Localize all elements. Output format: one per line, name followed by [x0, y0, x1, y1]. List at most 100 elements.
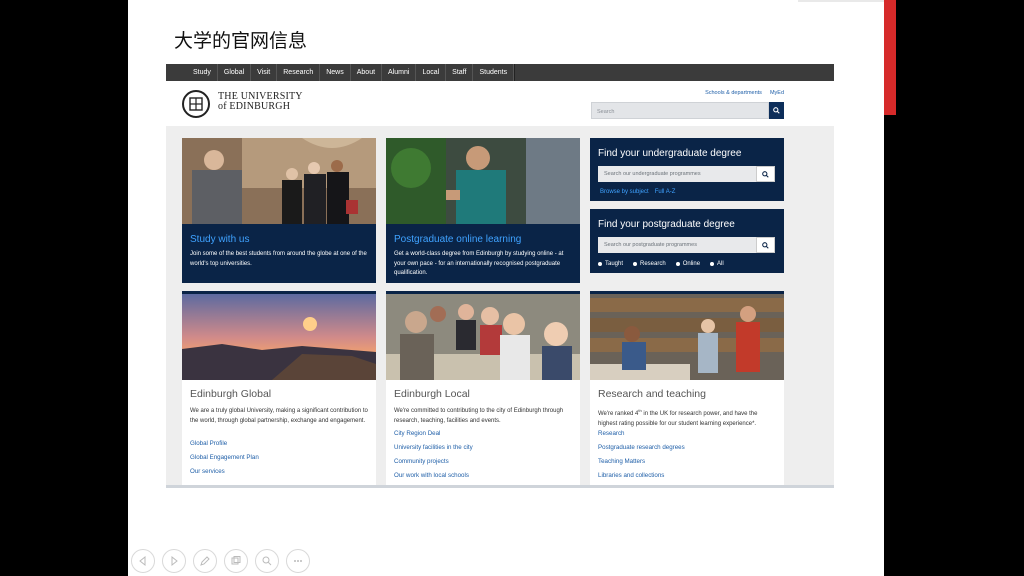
student-with-phone-photo	[386, 138, 580, 224]
play-icon	[171, 555, 178, 567]
card-body: Study with us Join some of the best stud…	[182, 224, 376, 283]
card-text: We're committed to contributing to the c…	[394, 408, 564, 424]
more-options-button[interactable]	[286, 549, 310, 573]
see-all-slides-button[interactable]	[224, 549, 248, 573]
radio-icon	[675, 262, 680, 266]
search-icon	[762, 241, 769, 249]
presentation-toolbar	[131, 549, 310, 573]
edinburgh-sunset-photo	[182, 294, 376, 380]
local-schools-link[interactable]: Our work with local schools	[394, 472, 469, 479]
next-slide-button[interactable]	[162, 549, 186, 573]
university-facilities-link[interactable]: University facilities in the city	[394, 444, 473, 451]
zoom-icon	[262, 556, 272, 566]
search-icon	[773, 107, 780, 114]
option-research[interactable]: Research	[633, 261, 666, 267]
logo-line-2: of EDINBURGH	[218, 101, 291, 112]
community-projects-link[interactable]: Community projects	[394, 458, 449, 465]
university-crest-icon[interactable]	[182, 90, 210, 118]
degree-type-options: Taught Research Online All	[598, 261, 724, 267]
undergraduate-search-input[interactable]: Search our undergraduate programmes	[598, 166, 756, 182]
more-icon	[294, 560, 302, 562]
content-area: Study with us Join some of the best stud…	[166, 126, 834, 485]
global-engagement-plan-link[interactable]: Global Engagement Plan	[190, 454, 259, 461]
window-edge	[798, 0, 884, 2]
libraries-collections-link[interactable]: Libraries and collections	[598, 472, 664, 479]
header-links: Schools & departments MyEd	[705, 90, 784, 96]
community-group-photo	[386, 294, 580, 380]
card-title[interactable]: Study with us	[190, 234, 249, 245]
postgraduate-research-degrees-link[interactable]: Postgraduate research degrees	[598, 444, 685, 451]
option-label: Online	[682, 261, 701, 267]
ranking-text: We're ranked 4	[598, 411, 639, 417]
undergraduate-search-button[interactable]	[756, 166, 775, 182]
presentation-stage: 大学的官网信息 Study Global Visit Research News…	[0, 0, 1024, 576]
card-edinburgh-local[interactable]: Edinburgh Local We're committed to contr…	[386, 291, 580, 485]
nav-item-staff[interactable]: Staff	[446, 64, 474, 81]
nav-item-global[interactable]: Global	[218, 64, 252, 81]
pen-icon	[200, 556, 210, 566]
library-students-photo	[590, 294, 784, 380]
card-postgraduate-online-learning[interactable]: Postgraduate online learning Get a world…	[386, 138, 580, 283]
card-title[interactable]: Postgraduate online learning	[394, 234, 521, 245]
site-header: THE UNIVERSITY of EDINBURGH Schools & de…	[166, 81, 834, 126]
card-text: Get a world-class degree from Edinburgh …	[394, 251, 564, 276]
slides-icon	[231, 556, 241, 565]
teaching-matters-link[interactable]: Teaching Matters	[598, 458, 645, 465]
card-text: Join some of the best students from arou…	[190, 251, 367, 267]
option-label: Research	[640, 261, 666, 267]
search-button[interactable]	[769, 102, 784, 119]
nav-item-local[interactable]: Local	[416, 64, 447, 81]
finder-title: Find your undergraduate degree	[598, 148, 742, 159]
card-research-and-teaching[interactable]: Research and teaching We're ranked 4th i…	[590, 291, 784, 485]
nav-item-about[interactable]: About	[351, 64, 383, 81]
myed-link[interactable]: MyEd	[770, 90, 784, 96]
site-search-input[interactable]: Search	[591, 102, 769, 119]
card-text: We are a truly global University, making…	[190, 408, 368, 424]
slide: 大学的官网信息 Study Global Visit Research News…	[128, 0, 884, 576]
research-link[interactable]: Research	[598, 430, 624, 437]
nav-spacer	[514, 64, 834, 81]
full-a-z-link[interactable]: Full A-Z	[655, 189, 676, 195]
our-services-link[interactable]: Our services	[190, 468, 225, 475]
option-label: Taught	[605, 261, 624, 267]
schools-departments-link[interactable]: Schools & departments	[705, 90, 762, 96]
global-profile-link[interactable]: Global Profile	[190, 440, 227, 447]
card-study-with-us[interactable]: Study with us Join some of the best stud…	[182, 138, 376, 283]
nav-item-alumni[interactable]: Alumni	[382, 64, 417, 81]
option-all[interactable]: All	[710, 261, 724, 267]
pen-tool-button[interactable]	[193, 549, 217, 573]
slide-title: 大学的官网信息	[174, 30, 308, 52]
card-title[interactable]: Edinburgh Global	[190, 388, 271, 400]
radio-icon	[633, 262, 638, 266]
university-logo-text[interactable]: THE UNIVERSITY of EDINBURGH	[218, 92, 303, 112]
postgraduate-search-input[interactable]: Search our postgraduate programmes	[598, 237, 756, 253]
card-title[interactable]: Edinburgh Local	[394, 388, 470, 400]
option-label: All	[717, 261, 724, 267]
finder-links: Browse by subject Full A-Z	[600, 189, 675, 195]
search-icon	[762, 170, 769, 178]
top-navigation: Study Global Visit Research News About A…	[166, 64, 834, 81]
undergraduate-degree-finder: Find your undergraduate degree Search ou…	[590, 138, 784, 201]
radio-icon	[598, 262, 602, 266]
radio-icon	[710, 262, 715, 266]
card-title[interactable]: Research and teaching	[598, 388, 706, 400]
card-text: We're ranked 4th in the UK for research …	[598, 406, 778, 429]
card-body: Postgraduate online learning Get a world…	[386, 224, 580, 283]
postgraduate-search-button[interactable]	[756, 237, 775, 253]
browse-by-subject-link[interactable]: Browse by subject	[600, 189, 649, 195]
zoom-button[interactable]	[255, 549, 279, 573]
nav-item-research[interactable]: Research	[277, 64, 321, 81]
postgraduate-degree-finder: Find your postgraduate degree Search our…	[590, 209, 784, 273]
nav-item-students[interactable]: Students	[473, 64, 515, 81]
nav-item-visit[interactable]: Visit	[251, 64, 278, 81]
graduation-photo	[182, 138, 376, 224]
card-edinburgh-global[interactable]: Edinburgh Global We are a truly global U…	[182, 291, 376, 485]
previous-slide-button[interactable]	[131, 549, 155, 573]
red-accent-bar	[884, 0, 896, 115]
option-online[interactable]: Online	[675, 261, 701, 267]
website-screenshot: Study Global Visit Research News About A…	[166, 64, 834, 488]
city-region-deal-link[interactable]: City Region Deal	[394, 430, 440, 437]
option-taught[interactable]: Taught	[598, 261, 623, 267]
nav-item-news[interactable]: News	[320, 64, 351, 81]
nav-item-study[interactable]: Study	[187, 64, 218, 81]
